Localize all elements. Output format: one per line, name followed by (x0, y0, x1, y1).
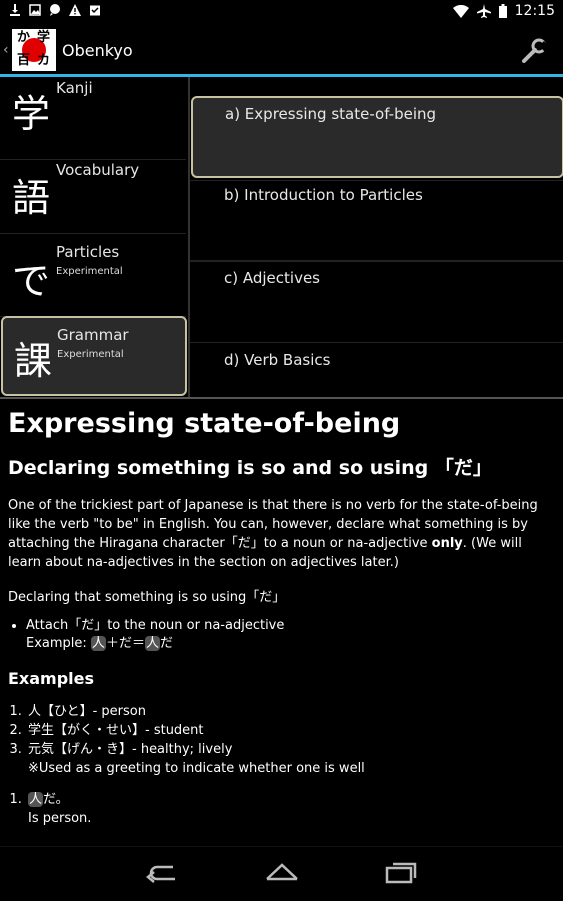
rule-text: Attach「だ」to the noun or na-adjective (26, 618, 285, 633)
lesson-title: Expressing state-of-being (8, 408, 401, 439)
navigation-bar (0, 846, 563, 901)
highlight-kanji: 人 (90, 636, 106, 651)
chat-icon (50, 4, 60, 16)
download-icon (10, 4, 20, 16)
status-bar: 12:15 (0, 0, 563, 25)
sidebar-item-label: Grammar (57, 326, 129, 344)
particles-category-glyph: で (12, 259, 51, 303)
app-title: Obenkyo (62, 41, 133, 60)
examples-heading: Examples (8, 669, 95, 688)
sidebar-item-particles[interactable]: で Particles Experimental (0, 234, 186, 317)
sidebar-item-vocabulary[interactable]: 語 Vocabulary (0, 151, 186, 234)
declaring-heading: Declaring that something is so using「だ」 (8, 590, 286, 605)
intro-bold: only (431, 536, 463, 551)
warning-icon (69, 4, 81, 16)
wifi-icon (452, 4, 469, 18)
rule-list: Attach「だ」to the noun or na-adjective Exa… (26, 617, 553, 653)
list-divider (190, 261, 563, 262)
list-divider (190, 342, 563, 343)
logo-char-2: 学 (37, 30, 51, 45)
example-note: ※Used as a greeting to indicate whether … (28, 761, 365, 776)
lesson-label: b) Introduction to Particles (224, 186, 423, 204)
sidebar-item-label: Vocabulary (56, 161, 140, 179)
list-divider (190, 180, 563, 181)
battery-icon (498, 4, 507, 18)
grammar-category-glyph: 課 (14, 339, 53, 383)
logo-char-1: か (17, 30, 31, 45)
list-item: 人だ。 Is person. (26, 790, 553, 828)
clock: 12:15 (514, 3, 555, 19)
home-icon[interactable] (264, 859, 300, 887)
vocabulary-category-glyph: 語 (12, 176, 51, 220)
clipboard-check-icon (90, 5, 100, 16)
back-chevron-icon[interactable]: ‹ (3, 42, 9, 58)
sidebar-item-grammar[interactable]: 課 Grammar Experimental (1, 316, 187, 396)
sidebar-item-kanji[interactable]: 学 Kanji (0, 77, 186, 160)
example-operator: ＋だ＝ (105, 636, 145, 651)
lesson-label: c) Adjectives (224, 269, 320, 287)
lesson-item-state-of-being[interactable]: a) Expressing state-of-being (191, 96, 563, 178)
sentence-list: 人だ。 Is person. (26, 790, 553, 828)
kanji-category-glyph: 学 (12, 92, 51, 136)
airplane-icon (476, 4, 491, 18)
category-sidebar: 学 Kanji 語 Vocabulary で Particles Experim… (0, 77, 190, 397)
back-icon[interactable] (145, 859, 181, 887)
settings-wrench-icon[interactable] (521, 38, 547, 64)
lesson-subtitle: Declaring something is so and so using 「… (8, 457, 492, 479)
logo-char-4: カ (37, 53, 51, 68)
experimental-badge: Experimental (57, 349, 124, 360)
sidebar-item-label: Particles (56, 243, 120, 261)
recent-apps-icon[interactable] (383, 859, 419, 887)
lesson-item-particles[interactable]: b) Introduction to Particles (190, 178, 563, 261)
list-item: 人【ひと】- person (26, 702, 553, 721)
app-logo[interactable]: か 学 百 カ (12, 29, 56, 71)
sentence-text: だ。 (43, 792, 69, 807)
list-item: Attach「だ」to the noun or na-adjective Exa… (26, 617, 553, 653)
example-text: 元気【げん・き】- healthy; lively (28, 742, 233, 757)
intro-paragraph: One of the trickiest part of Japanese is… (8, 496, 553, 572)
highlight-kanji: 人 (144, 636, 160, 651)
sentence-translation: Is person. (28, 811, 92, 826)
list-item: 学生【がく・せい】- student (26, 721, 553, 740)
lesson-label: d) Verb Basics (224, 351, 331, 369)
lesson-item-adjectives[interactable]: c) Adjectives (190, 260, 563, 343)
examples-list: 人【ひと】- person 学生【がく・せい】- student 元気【げん・き… (26, 702, 553, 778)
list-item: 元気【げん・き】- healthy; lively ※Used as a gree… (26, 740, 553, 778)
example-end: だ (159, 636, 173, 651)
logo-char-3: 百 (17, 53, 31, 68)
section-divider (0, 397, 563, 399)
image-icon (29, 4, 41, 16)
highlight-kanji: 人 (28, 792, 44, 807)
lesson-content[interactable]: Expressing state-of-being Declaring some… (8, 404, 553, 846)
lesson-label: a) Expressing state-of-being (225, 105, 437, 123)
lesson-list: a) Expressing state-of-being b) Introduc… (190, 77, 563, 397)
experimental-badge: Experimental (56, 266, 123, 277)
example-label: Example: (26, 636, 91, 651)
sidebar-item-label: Kanji (56, 79, 93, 97)
